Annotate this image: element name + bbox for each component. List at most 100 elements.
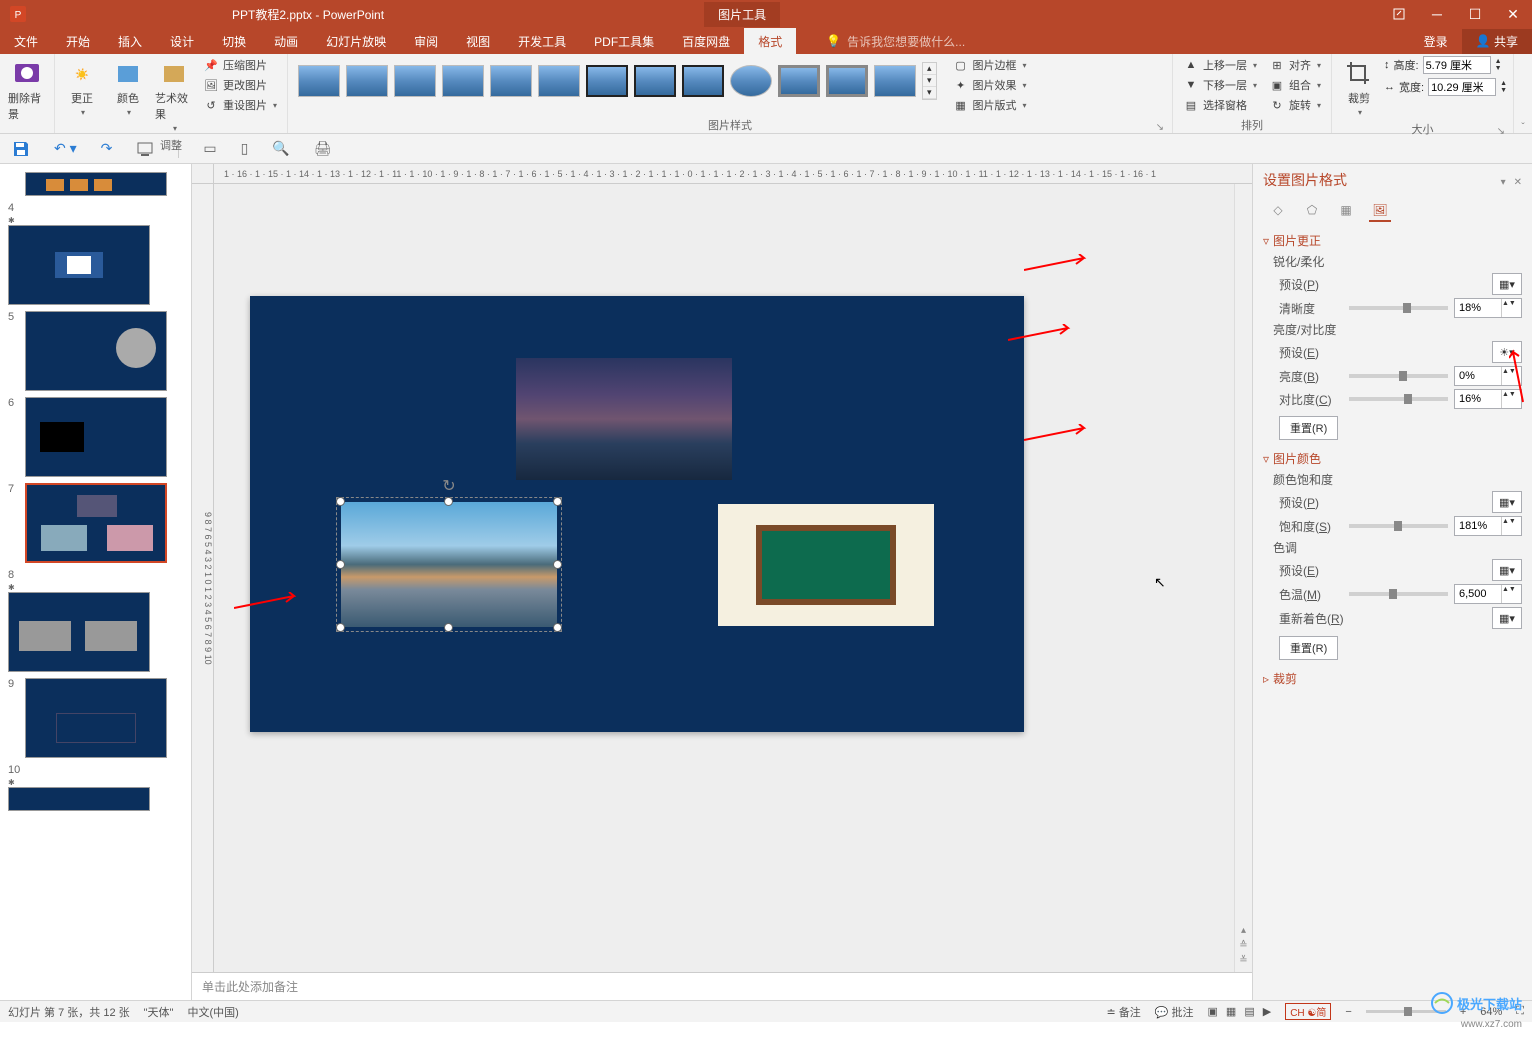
image-board[interactable] — [718, 504, 934, 626]
minimize-button[interactable]: ─ — [1418, 0, 1456, 28]
clarity-slider[interactable] — [1349, 306, 1448, 310]
slide-thumbnail[interactable] — [8, 172, 183, 196]
preset-saturation-button[interactable]: ▦▾ — [1492, 491, 1522, 513]
change-picture-button[interactable]: 🖼更改图片 — [199, 76, 281, 94]
picture-styles-gallery[interactable]: ▴▾▾ — [294, 56, 941, 106]
resize-handle[interactable] — [553, 560, 562, 569]
slide-thumbnail[interactable]: 5 — [8, 311, 183, 391]
rotation-handle-icon[interactable]: ↻ — [442, 476, 455, 496]
tab-insert[interactable]: 插入 — [104, 28, 156, 54]
crop-button[interactable]: 裁剪▾ — [1338, 56, 1380, 121]
resize-handle[interactable] — [553, 623, 562, 632]
rotate-button[interactable]: ↻旋转▾ — [1265, 96, 1325, 114]
width-input[interactable] — [1428, 78, 1496, 96]
section-corrections[interactable]: ▿图片更正 — [1263, 232, 1522, 249]
tab-developer[interactable]: 开发工具 — [504, 28, 580, 54]
scroll-up-icon[interactable]: ▴ — [1241, 925, 1246, 936]
login-button[interactable]: 登录 — [1410, 29, 1462, 54]
resize-handle[interactable] — [336, 497, 345, 506]
reset-color-button[interactable]: 重置(R) — [1279, 636, 1338, 660]
style-thumb[interactable] — [682, 65, 724, 97]
slide[interactable]: ↻ — [250, 296, 1024, 732]
align-button[interactable]: ⊞对齐▾ — [1265, 56, 1325, 74]
tab-format[interactable]: 格式 — [744, 28, 796, 54]
section-color[interactable]: ▿图片颜色 — [1263, 450, 1522, 467]
tab-transition[interactable]: 切换 — [208, 28, 260, 54]
notes-pane[interactable]: 单击此处添加备注 — [192, 972, 1252, 1000]
dialog-launcher-icon[interactable]: ↘ — [1156, 122, 1164, 133]
reset-picture-button[interactable]: ↺重设图片▾ — [199, 96, 281, 114]
tab-home[interactable]: 开始 — [52, 28, 104, 54]
brightness-input[interactable] — [1455, 367, 1501, 385]
saturation-slider[interactable] — [1349, 524, 1448, 528]
style-thumb[interactable] — [874, 65, 916, 97]
qat-icon[interactable]: 🖨 — [314, 140, 332, 157]
preset-tone-button[interactable]: ▦▾ — [1492, 559, 1522, 581]
picture-border-button[interactable]: ▢图片边框▾ — [949, 56, 1031, 74]
tab-view[interactable]: 视图 — [452, 28, 504, 54]
slide-thumbnail[interactable]: 9 — [8, 678, 183, 758]
pane-options-icon[interactable]: ▾ — [1501, 177, 1506, 188]
style-thumb[interactable] — [634, 65, 676, 97]
tell-me-search[interactable]: 💡 告诉我您想要做什么... — [816, 28, 975, 54]
reading-view-icon[interactable]: ▤ — [1244, 1005, 1254, 1018]
recolor-button[interactable]: ▦▾ — [1492, 607, 1522, 629]
picture-effects-button[interactable]: ✦图片效果▾ — [949, 76, 1031, 94]
group-button[interactable]: ▣组合▾ — [1265, 76, 1325, 94]
resize-handle[interactable] — [444, 623, 453, 632]
temperature-slider[interactable] — [1349, 592, 1448, 596]
tab-design[interactable]: 设计 — [156, 28, 208, 54]
picture-layout-button[interactable]: ▦图片版式▾ — [949, 96, 1031, 114]
style-thumb[interactable] — [586, 65, 628, 97]
height-input[interactable] — [1423, 56, 1491, 74]
slide-thumbnails-panel[interactable]: 4✱ 5 6 7 8✱ 9 10✱ — [0, 164, 192, 1000]
share-button[interactable]: 👤 共享 — [1462, 29, 1532, 54]
slide-thumbnail[interactable]: 6 — [8, 397, 183, 477]
contrast-slider[interactable] — [1349, 397, 1448, 401]
slideshow-view-icon[interactable]: ▶ — [1263, 1005, 1271, 1018]
pane-close-icon[interactable]: ✕ — [1514, 177, 1522, 188]
slide-thumbnail[interactable]: 7 — [8, 483, 183, 563]
resize-handle[interactable] — [553, 497, 562, 506]
contrast-input[interactable] — [1455, 390, 1501, 408]
remove-background-button[interactable]: 删除背景 — [6, 56, 48, 126]
selection-pane-button[interactable]: ▤选择窗格 — [1179, 96, 1261, 114]
resize-handle[interactable] — [336, 623, 345, 632]
temperature-input[interactable] — [1455, 585, 1501, 603]
corrections-button[interactable]: ☀️ 更正▾ — [61, 56, 103, 121]
brightness-slider[interactable] — [1349, 374, 1448, 378]
fp-tab-effects-icon[interactable]: ⬠ — [1301, 200, 1323, 222]
gallery-scroll[interactable]: ▴▾▾ — [922, 62, 937, 100]
style-thumb[interactable] — [730, 65, 772, 97]
fp-tab-fill-icon[interactable]: ◇ — [1267, 200, 1289, 222]
resize-handle[interactable] — [444, 497, 453, 506]
tab-slideshow[interactable]: 幻灯片放映 — [312, 28, 400, 54]
slide-thumbnail[interactable]: 4✱ — [8, 202, 183, 305]
ime-indicator[interactable]: CH ☯简 — [1285, 1003, 1331, 1020]
style-thumb[interactable] — [826, 65, 868, 97]
comments-toggle[interactable]: 💬 批注 — [1155, 1004, 1194, 1020]
bring-forward-button[interactable]: ▲上移一层▾ — [1179, 56, 1261, 74]
zoom-out-button[interactable]: − — [1345, 1006, 1351, 1018]
send-backward-button[interactable]: ▼下移一层▾ — [1179, 76, 1261, 94]
fp-tab-picture-icon[interactable]: 🖼 — [1369, 200, 1391, 222]
ribbon-display-icon[interactable] — [1380, 0, 1418, 28]
width-spinner[interactable]: ▲▼ — [1500, 80, 1507, 94]
collapse-ribbon-button[interactable]: ˇ — [1514, 54, 1532, 133]
tab-review[interactable]: 审阅 — [400, 28, 452, 54]
style-thumb[interactable] — [490, 65, 532, 97]
style-thumb[interactable] — [298, 65, 340, 97]
section-crop[interactable]: ▹裁剪 — [1263, 670, 1522, 687]
prev-slide-icon[interactable]: ≙ — [1239, 940, 1247, 951]
image-lake-selected[interactable]: ↻ — [341, 502, 557, 627]
color-button[interactable]: 颜色▾ — [107, 56, 149, 121]
sorter-view-icon[interactable]: ▦ — [1226, 1005, 1236, 1018]
saturation-input[interactable] — [1455, 517, 1501, 535]
slide-canvas[interactable]: ↻ — [214, 184, 1234, 972]
style-thumb[interactable] — [394, 65, 436, 97]
compress-pictures-button[interactable]: 📌压缩图片 — [199, 56, 281, 74]
tab-file[interactable]: 文件 — [0, 28, 52, 54]
slide-thumbnail[interactable]: 10✱ — [8, 764, 183, 811]
clarity-input[interactable] — [1455, 299, 1501, 317]
style-thumb[interactable] — [346, 65, 388, 97]
